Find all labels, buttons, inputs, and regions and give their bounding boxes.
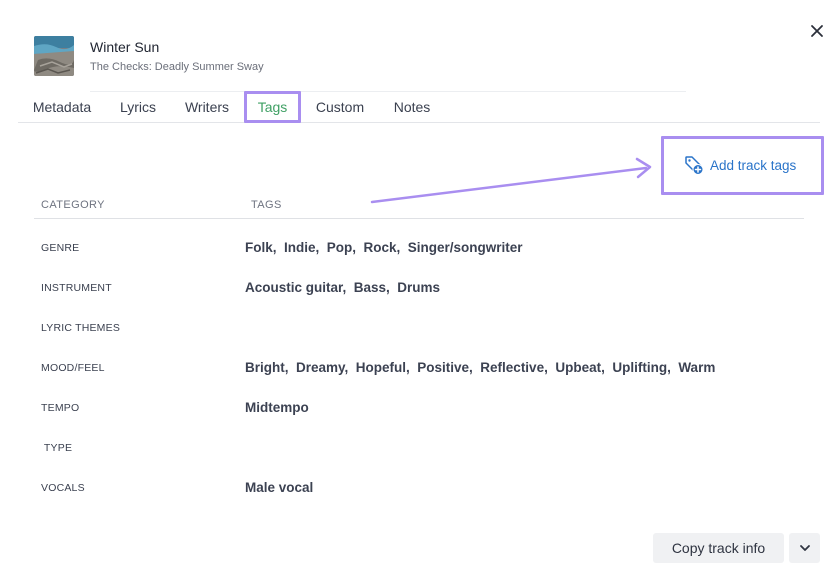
tab-tags[interactable]: Tags bbox=[252, 92, 293, 123]
table-row: MOOD/FEEL Bright, Dreamy, Hopeful, Posit… bbox=[34, 360, 804, 401]
table-row: TYPE bbox=[34, 441, 804, 481]
table-row: INSTRUMENT Acoustic guitar, Bass, Drums bbox=[34, 280, 804, 321]
row-tags: Bright, Dreamy, Hopeful, Positive, Refle… bbox=[245, 360, 716, 375]
tab-metadata[interactable]: Metadata bbox=[32, 92, 92, 123]
row-tags: Folk, Indie, Pop, Rock, Singer/songwrite… bbox=[245, 240, 523, 255]
table-row: GENRE Folk, Indie, Pop, Rock, Singer/son… bbox=[34, 240, 804, 281]
close-button[interactable] bbox=[806, 20, 828, 42]
copy-track-info-button[interactable]: Copy track info bbox=[653, 533, 784, 563]
row-category: INSTRUMENT bbox=[41, 282, 112, 294]
album-thumbnail bbox=[34, 36, 74, 76]
copy-options-dropdown-button[interactable] bbox=[789, 533, 820, 563]
row-tags: Acoustic guitar, Bass, Drums bbox=[245, 280, 441, 295]
track-title: Winter Sun bbox=[90, 39, 160, 55]
tab-lyrics[interactable]: Lyrics bbox=[118, 92, 158, 123]
add-track-tags-label: Add track tags bbox=[710, 157, 797, 173]
tab-notes[interactable]: Notes bbox=[391, 92, 433, 123]
row-category: VOCALS bbox=[41, 482, 85, 494]
track-header: Winter Sun The Checks: Deadly Summer Swa… bbox=[34, 36, 264, 76]
track-subtitle: The Checks: Deadly Summer Sway bbox=[90, 61, 264, 73]
tab-writers[interactable]: Writers bbox=[183, 92, 231, 123]
row-category: LYRIC THEMES bbox=[41, 322, 121, 334]
tags-table-header: CATEGORY TAGS bbox=[34, 193, 804, 219]
row-category: TEMPO bbox=[41, 402, 80, 414]
row-tags: Male vocal bbox=[245, 480, 314, 495]
row-category: MOOD/FEEL bbox=[41, 362, 105, 374]
tag-plus-icon bbox=[685, 156, 704, 175]
row-category: TYPE bbox=[41, 442, 73, 454]
close-icon bbox=[811, 25, 823, 37]
tags-column-header: TAGS bbox=[251, 199, 282, 211]
row-tags: Midtempo bbox=[245, 400, 309, 415]
table-row: TEMPO Midtempo bbox=[34, 400, 804, 441]
category-column-header: CATEGORY bbox=[41, 199, 105, 211]
add-track-tags-button[interactable]: Add track tags bbox=[683, 154, 796, 176]
chevron-down-icon bbox=[799, 545, 810, 551]
tab-bar: Metadata Lyrics Writers Tags Custom Note… bbox=[18, 91, 820, 123]
row-category: GENRE bbox=[41, 242, 80, 254]
table-row: VOCALS Male vocal bbox=[34, 480, 804, 521]
table-row: LYRIC THEMES bbox=[34, 321, 804, 361]
tab-custom[interactable]: Custom bbox=[314, 92, 366, 123]
